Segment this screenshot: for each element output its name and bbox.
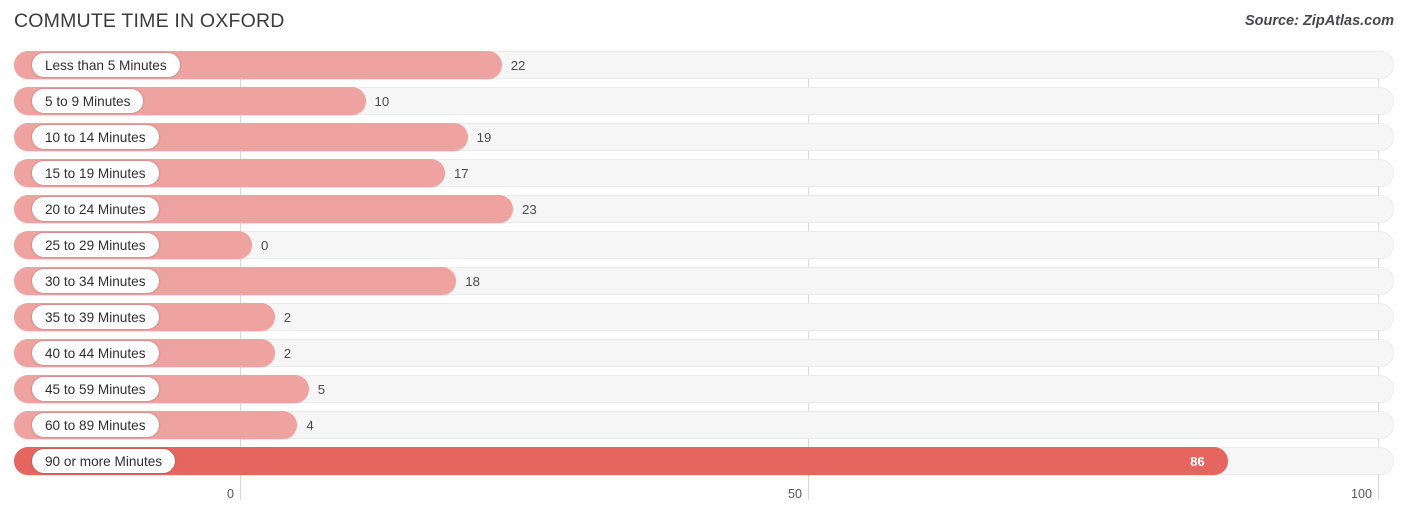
bar-row[interactable]: 15 to 19 Minutes 17 [0, 159, 1406, 187]
bar-row[interactable]: 35 to 39 Minutes 2 [0, 303, 1406, 331]
bar-category-label: 15 to 19 Minutes [32, 161, 159, 185]
axis-tick-label: 50 [787, 487, 802, 501]
bar-value-label: 2 [283, 345, 292, 361]
bar-value-label: 2 [283, 309, 292, 325]
bar-value-label: 19 [476, 129, 492, 145]
x-axis: 0 50 100 [0, 487, 1406, 511]
bar-value-label: 4 [306, 417, 314, 433]
axis-tick-label: 100 [1350, 487, 1372, 501]
bar-row[interactable]: 5 to 9 Minutes 10 [0, 87, 1406, 115]
bar-row[interactable]: 20 to 24 Minutes 23 [0, 195, 1406, 223]
bar-category-label: 45 to 59 Minutes [32, 377, 159, 401]
bar-category-label: 30 to 34 Minutes [32, 269, 159, 293]
bar[interactable] [14, 447, 1229, 475]
bar-value-label: 18 [465, 273, 480, 289]
bar-category-label: 20 to 24 Minutes [32, 197, 159, 221]
bar-row[interactable]: Less than 5 Minutes 22 [0, 51, 1406, 79]
bar-row[interactable]: 25 to 29 Minutes 0 [0, 231, 1406, 259]
bar-category-label: 60 to 89 Minutes [32, 413, 159, 437]
chart-container: COMMUTE TIME IN OXFORD Source: ZipAtlas.… [0, 0, 1406, 523]
bar-category-label: 40 to 44 Minutes [32, 341, 159, 365]
plot-area: Less than 5 Minutes 22 5 to 9 Minutes 10 10 … [0, 51, 1406, 500]
axis-tick-label: 0 [226, 487, 234, 501]
bar-value-label: 17 [453, 165, 469, 181]
bar-value-label: 0 [261, 237, 269, 253]
bar-category-label: 90 or more Minutes [32, 449, 176, 473]
bar-row[interactable]: 45 to 59 Minutes 5 [0, 375, 1406, 403]
bar-row[interactable]: 90 or more Minutes 86 [0, 447, 1406, 475]
bar-value-label: 22 [510, 57, 526, 73]
bar-category-label: 5 to 9 Minutes [32, 89, 144, 113]
bar-category-label: 10 to 14 Minutes [32, 125, 159, 149]
bar-value-label: 86 [1190, 453, 1205, 469]
bar-row[interactable]: 30 to 34 Minutes 18 [0, 267, 1406, 295]
bar-value-label: 10 [374, 93, 390, 109]
bar-row[interactable]: 10 to 14 Minutes 19 [0, 123, 1406, 151]
page-title: COMMUTE TIME IN OXFORD [14, 10, 285, 32]
bar-rows: Less than 5 Minutes 22 5 to 9 Minutes 10 10 … [0, 51, 1406, 483]
bar-category-label: 25 to 29 Minutes [32, 233, 159, 257]
bar-value-label: 5 [317, 381, 326, 397]
bar-category-label: 35 to 39 Minutes [32, 305, 159, 329]
bar-row[interactable]: 40 to 44 Minutes 2 [0, 339, 1406, 367]
bar-category-label: Less than 5 Minutes [32, 53, 180, 77]
source-attribution: Source: ZipAtlas.com [1244, 13, 1394, 29]
bar-row[interactable]: 60 to 89 Minutes 4 [0, 411, 1406, 439]
bar-value-label: 23 [522, 201, 537, 217]
